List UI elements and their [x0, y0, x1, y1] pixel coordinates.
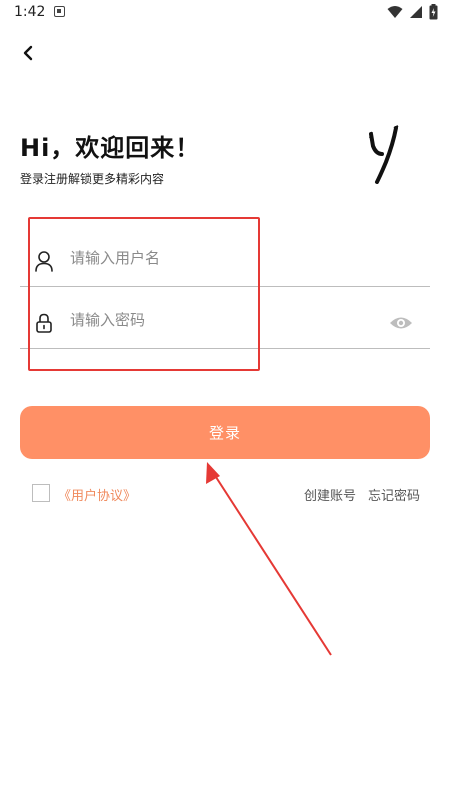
eye-icon[interactable] — [389, 315, 413, 331]
chevron-left-icon — [23, 45, 33, 61]
login-screen: 1:42 Hi，欢迎回来！ 登录注册解锁更多精彩内容 请输入用户名 登录 《用户… — [0, 0, 450, 800]
page-subtitle: 登录注册解锁更多精彩内容 — [20, 172, 165, 186]
signal-icon — [410, 6, 422, 18]
username-field — [20, 226, 430, 287]
username-input[interactable] — [68, 242, 372, 274]
annotation-arrow — [206, 462, 332, 656]
page-title: Hi，欢迎回来！ — [20, 134, 201, 162]
forgot-password-link[interactable]: 忘记密码 — [368, 485, 420, 504]
user-agreement-link[interactable]: 《用户协议》 — [58, 485, 136, 504]
status-icons — [387, 3, 438, 21]
account-links: 创建账号 忘记密码 — [304, 485, 420, 504]
agreement-checkbox[interactable] — [32, 484, 50, 502]
status-time: 1:42 — [14, 4, 46, 20]
password-field — [20, 288, 430, 349]
wifi-icon — [387, 6, 403, 18]
status-bar: 1:42 — [0, 0, 450, 26]
lock-icon — [36, 313, 52, 333]
brand-logo-icon — [369, 125, 399, 184]
battery-icon — [429, 4, 438, 20]
login-button[interactable]: 登录 — [20, 406, 430, 459]
create-account-link[interactable]: 创建账号 — [304, 485, 356, 504]
notification-icon — [54, 6, 65, 17]
back-button[interactable] — [15, 40, 41, 66]
user-icon — [35, 251, 53, 272]
password-input[interactable] — [68, 304, 372, 336]
